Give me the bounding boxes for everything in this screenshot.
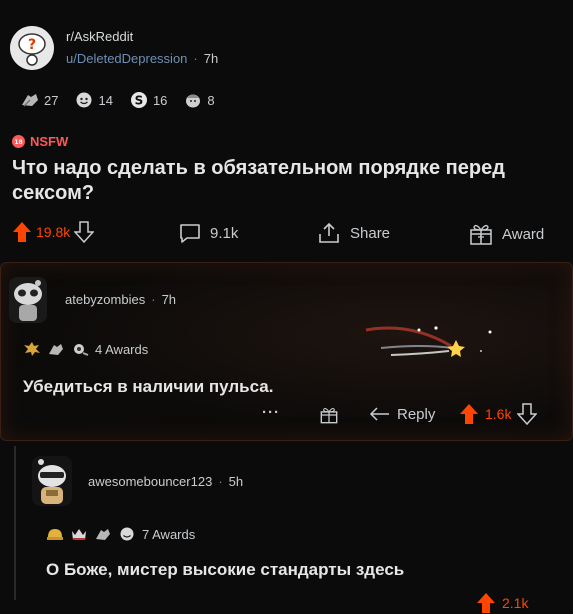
crown-award-icon [72,529,86,540]
downvote-arrow-icon[interactable] [74,221,95,243]
bouncer-snoo-icon [38,459,66,504]
svg-text:S: S [135,94,144,108]
share-label: Share [350,224,391,242]
silver-like-award-icon [49,344,63,355]
svg-text:?: ? [28,37,36,53]
gift-icon[interactable] [319,405,339,425]
zombie-snoo-icon [14,280,42,321]
upvote-arrow-icon[interactable] [476,592,496,614]
comment-author[interactable]: atebyzombies [65,292,145,307]
comment-upvote-count: 1.6k [485,406,512,422]
explosion-award-icon [24,342,40,356]
helmet-award-icon [47,529,63,540]
post-author[interactable]: u/DeletedDepression [66,51,187,66]
post-title[interactable]: Что надо сделать в обязательном порядке … [12,156,557,206]
award-count: 27 [44,92,59,108]
reply-label: Reply [397,405,436,423]
comment-time: 5h [228,474,244,489]
avatar[interactable] [9,277,47,323]
head-award-icon [186,94,201,108]
comment-vote-group: 1.6k [459,403,538,425]
wholesome-award-icon [76,92,92,108]
avatar[interactable] [32,456,72,506]
share-icon [319,222,339,243]
svg-text:18: 18 [14,139,22,146]
awards-count-text: 4 Awards [95,341,149,357]
subreddit-name[interactable]: r/AskReddit [66,29,133,44]
shooting-star-decoration [365,326,492,357]
wholesome-award-icon [120,527,134,541]
silver-like-award-icon [22,94,38,107]
upvote-arrow-icon[interactable] [459,403,479,425]
award-item: S 16 [129,91,167,109]
separator-dot: · [193,51,198,66]
award-button[interactable]: Award [468,222,544,246]
comment-body: Убедиться в наличии пульса. [23,377,274,396]
post-awards-row[interactable]: 27 14 S 16 8 [20,91,215,109]
reply-arrow-icon [369,407,389,421]
comment-upvote-count: 2.1k [502,595,529,611]
comment-time: 7h [161,292,177,307]
comment-body: О Боже, мистер высокие стандарты здесь [46,560,405,579]
award-count: 14 [98,92,113,108]
separator-dot: · [151,292,156,307]
gift-icon [470,224,492,245]
share-button[interactable]: Share [316,222,390,244]
bow-award-icon [74,344,89,356]
post-time: 7h [203,51,219,66]
award-item: 8 [183,91,215,109]
nsfw-badge: 18 NSFW [12,134,68,149]
comment: awesomebouncer123 · 5h 7 Awards О Боже, … [14,446,573,613]
subreddit-avatar[interactable]: ? [10,26,54,70]
comment-author[interactable]: awesomebouncer123 [88,474,212,489]
nsfw-icon: 18 [12,135,25,148]
post-upvote-count: 19.8k [36,224,71,240]
award-count: 8 [207,92,215,108]
award-item: 27 [20,91,58,109]
reply-button[interactable]: Reply [369,405,435,423]
nsfw-label: NSFW [30,134,69,149]
award-item: 14 [74,91,113,109]
post-vote-group: 19.8k [12,221,95,243]
separator-dot: · [218,474,223,489]
post: ? r/AskReddit u/DeletedDepression · 7h 2… [0,0,573,262]
upvote-arrow-icon[interactable] [12,221,32,243]
downvote-arrow-icon[interactable] [517,403,538,425]
comments-button[interactable]: 9.1k [178,222,238,244]
award-count: 16 [152,92,168,108]
comment-awards-row[interactable]: 7 Awards [46,526,195,542]
comment-awards-row[interactable]: 4 Awards [23,341,148,357]
comment-bubble-icon [180,224,200,243]
awards-count-text: 7 Awards [142,526,196,542]
award-label: Award [502,225,545,243]
comment-vote-group: 2.1k [476,592,528,614]
comments-count: 9.1k [210,224,239,242]
more-options-button[interactable]: ··· [262,404,280,421]
silver-like-award-icon [96,529,110,540]
question-snoo-icon: ? [10,26,54,70]
s-award-icon: S [130,92,147,108]
comment: atebyzombies · 7h 4 Awards Убедиться в н… [0,262,573,441]
